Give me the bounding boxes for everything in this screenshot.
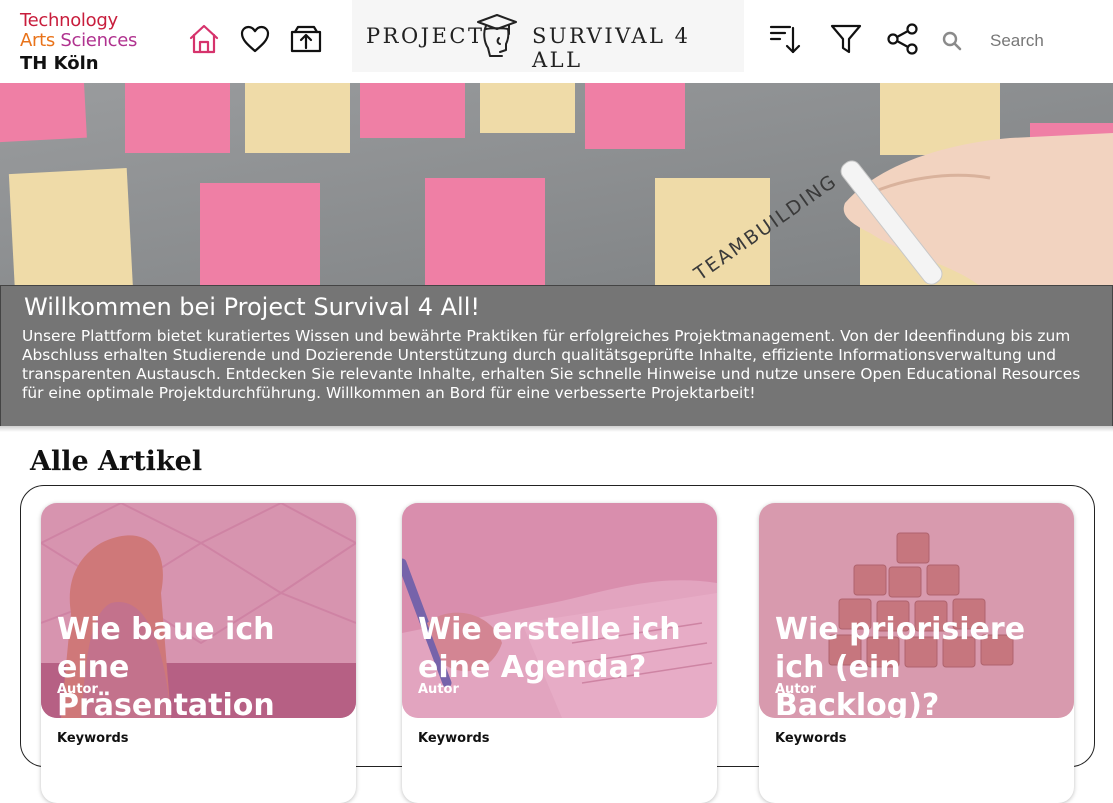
logo-th-koeln: TH Köln (20, 53, 99, 74)
search-input[interactable] (978, 24, 1113, 58)
upload-box-icon[interactable] (289, 22, 323, 56)
article-author: Autor (775, 682, 816, 697)
welcome-text: Unsere Plattform bietet kuratiertes Wiss… (22, 327, 1081, 402)
section-title: Alle Artikel (30, 446, 203, 477)
welcome-banner: Willkommen bei Project Survival 4 All! U… (0, 285, 1113, 427)
sort-icon[interactable] (768, 22, 802, 56)
article-author: Autor (418, 682, 459, 697)
logo-technology: Technology (20, 10, 118, 31)
logo-arts-sciences: Arts Sciences (20, 30, 138, 51)
article-card-presentation[interactable]: Wie baue ich eine Präsentation auf? Auto… (41, 503, 356, 803)
article-author: Autor (57, 682, 98, 697)
hero-image: TEAMBUILDING (0, 83, 1113, 286)
project-brand-banner[interactable]: PROJECT SURVIVAL 4 ALL (352, 0, 744, 72)
article-card-agenda[interactable]: Wie erstelle ich eine Agenda? Autor Keyw… (402, 503, 717, 803)
welcome-title: Willkommen bei Project Survival 4 All! (24, 293, 480, 321)
welcome-shadow (0, 426, 1113, 432)
top-header: Technology Arts Sciences TH Köln PROJECT (0, 0, 1113, 83)
search-icon[interactable] (942, 31, 962, 51)
article-title: Wie priorisiere ich (ein Backlog)? (775, 612, 1026, 723)
filter-icon[interactable] (829, 22, 863, 56)
home-icon[interactable] (187, 22, 221, 56)
article-card-backlog[interactable]: Wie priorisiere ich (ein Backlog)? Autor… (759, 503, 1074, 803)
heart-icon[interactable] (238, 22, 272, 56)
graduate-head-icon (477, 14, 517, 57)
article-title: Wie erstelle ich eine Agenda? (418, 612, 681, 685)
brand-word-survival: SURVIVAL 4 ALL (532, 24, 691, 72)
brand-word-project: PROJECT (366, 24, 485, 48)
share-icon[interactable] (886, 22, 920, 56)
articles-container: Wie baue ich eine Präsentation auf? Auto… (20, 485, 1095, 803)
th-koeln-logo[interactable]: Technology Arts Sciences TH Köln (20, 11, 137, 74)
